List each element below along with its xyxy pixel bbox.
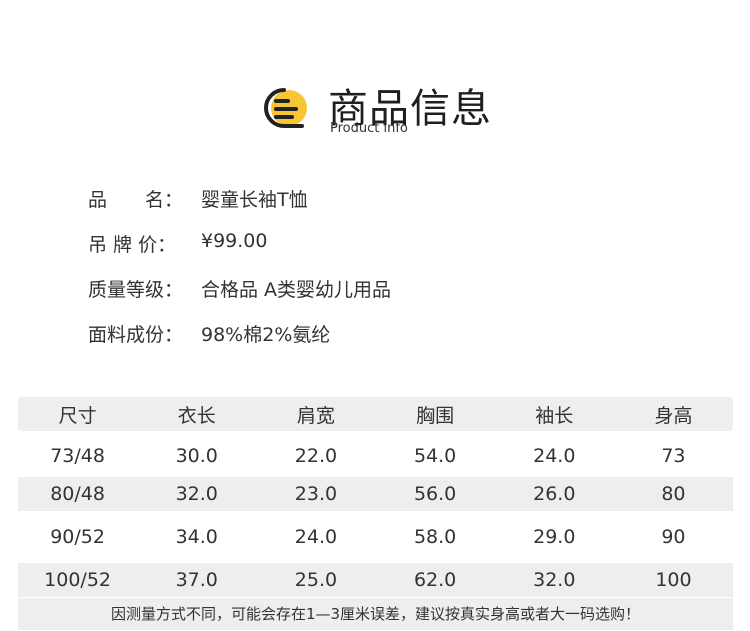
column-header: 胸围	[416, 404, 455, 427]
table-cell: 22.0	[294, 445, 338, 467]
table-cell: 25.0	[294, 569, 338, 591]
section-subtitle: Product info	[330, 121, 408, 136]
info-row-name: 品 名： 婴童长袖T恤	[88, 185, 391, 230]
info-row-price: 吊 牌 价： ¥99.00	[88, 230, 391, 275]
column-header: 身高	[654, 404, 693, 427]
measurement-note: 因测量方式不同，可能会存在1—3厘米误差，建议按真实身高或者大一码选购！	[18, 598, 733, 630]
table-cell: 32.0	[533, 569, 576, 591]
table-cell: 80/48	[50, 483, 105, 505]
column-header: 衣长	[177, 404, 216, 427]
info-value: 婴童长袖T恤	[201, 189, 308, 211]
info-value: 合格品 A类婴幼儿用品	[201, 279, 392, 301]
table-cell: 34.0	[175, 526, 218, 548]
info-value: ¥99.00	[201, 230, 268, 252]
size-table: 尺寸 衣长 肩宽 胸围 袖长 身高 73/48 30.0 22.0 54.0 2…	[18, 397, 733, 597]
table-header-row: 尺寸 衣长 肩宽 胸围 袖长 身高	[18, 397, 733, 431]
info-row-grade: 质量等级： 合格品 A类婴幼儿用品	[88, 275, 391, 320]
table-cell: 32.0	[175, 483, 218, 505]
column-header: 袖长	[535, 404, 574, 427]
table-cell: 26.0	[533, 483, 576, 505]
table-cell: 30.0	[175, 445, 218, 467]
table-cell: 100/52	[44, 569, 111, 591]
table-cell: 29.0	[533, 526, 576, 548]
table-cell: 100	[655, 569, 692, 591]
table-cell: 37.0	[175, 569, 218, 591]
info-label: 品 名：	[88, 189, 184, 211]
section-header: 商品信息 Product info	[262, 72, 502, 142]
info-label: 面料成份：	[88, 324, 184, 346]
info-label: 质量等级：	[88, 279, 184, 301]
table-cell: 73/48	[50, 445, 105, 467]
table-cell: 54.0	[413, 445, 457, 467]
column-header: 肩宽	[296, 404, 335, 427]
table-cell: 58.0	[413, 526, 457, 548]
table-cell: 90/52	[50, 526, 105, 548]
info-value: 98%棉2%氨纶	[201, 324, 331, 346]
table-cell: 24.0	[533, 445, 576, 467]
table-cell: 56.0	[413, 483, 457, 505]
table-row: 80/48 32.0 23.0 56.0 26.0 80	[18, 477, 733, 511]
column-header: 尺寸	[58, 404, 97, 427]
table-cell: 90	[661, 526, 686, 548]
table-cell: 23.0	[294, 483, 338, 505]
table-row: 100/52 37.0 25.0 62.0 32.0 100	[18, 563, 733, 597]
table-row: 73/48 30.0 22.0 54.0 24.0 73	[18, 435, 733, 477]
table-cell: 80	[661, 483, 686, 505]
table-cell: 24.0	[294, 526, 338, 548]
info-row-fabric: 面料成份： 98%棉2%氨纶	[88, 320, 391, 365]
table-row: 90/52 34.0 24.0 58.0 29.0 90	[18, 511, 733, 563]
product-info-list: 品 名： 婴童长袖T恤 吊 牌 价： ¥99.00 质量等级： 合格品 A类婴幼…	[88, 185, 391, 365]
table-cell: 73	[661, 445, 686, 467]
table-cell: 62.0	[413, 569, 457, 591]
document-lines-icon	[264, 88, 307, 128]
info-label: 吊 牌 价：	[88, 234, 177, 256]
